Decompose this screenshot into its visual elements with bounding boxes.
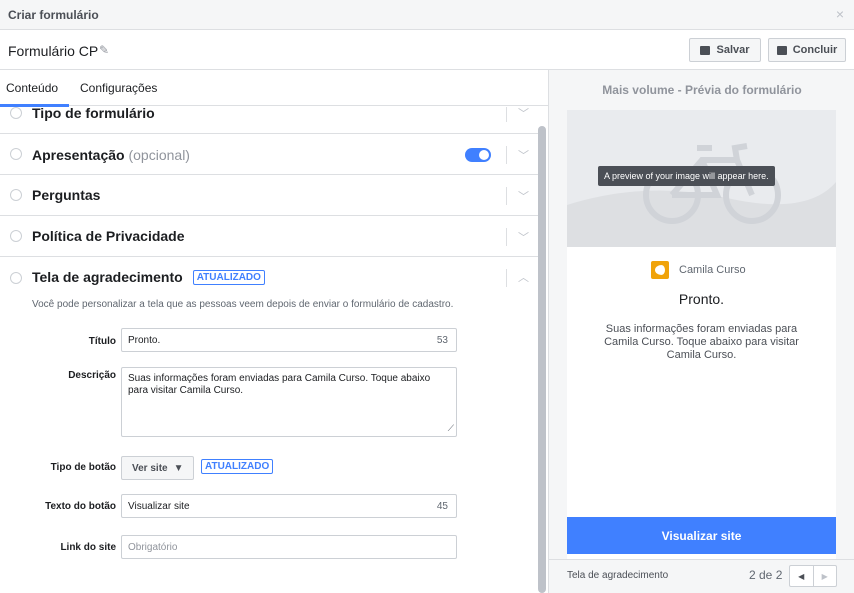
chevron-down-icon[interactable]: ﹀	[518, 229, 529, 245]
updated-badge: ATUALIZADO	[201, 459, 274, 474]
section-title: Política de Privacidade	[32, 228, 185, 244]
section-questions[interactable]: Perguntas ﹀	[0, 175, 538, 216]
divider	[506, 228, 507, 246]
tab-settings[interactable]: Configurações	[80, 81, 157, 95]
title-label: Título	[88, 336, 116, 347]
section-title[interactable]: Tela de agradecimento ATUALIZADO	[32, 269, 265, 285]
updated-badge: ATUALIZADO	[192, 270, 265, 285]
button-text-value: Visualizar site	[128, 501, 190, 512]
section-description: Você pode personalizar a tela que as pes…	[32, 299, 454, 310]
preview-card: A preview of your image will appear here…	[567, 110, 836, 585]
site-link-placeholder: Obrigatório	[128, 542, 178, 553]
scrollbar[interactable]	[538, 126, 546, 593]
divider	[506, 187, 507, 205]
form-header: Formulário CP ✎ Salvar Concluir	[0, 30, 854, 70]
preview-description: Suas informações foram enviadas para Cam…	[604, 323, 799, 361]
preview-image-placeholder: A preview of your image will appear here…	[567, 110, 836, 247]
toggle-knob	[479, 150, 489, 160]
divider	[506, 107, 507, 122]
button-type-label: Tipo de botão	[50, 462, 116, 473]
button-type-value: Ver site	[132, 462, 168, 474]
radio-icon	[10, 230, 22, 242]
page-brand: Camila Curso	[651, 261, 746, 279]
section-privacy[interactable]: Política de Privacidade ﹀	[0, 216, 538, 257]
site-link-label: Link do site	[60, 542, 116, 553]
preview-heading: Pronto.	[678, 291, 725, 307]
description-textarea[interactable]: Suas informações foram enviadas para Cam…	[121, 367, 457, 437]
divider	[506, 146, 507, 164]
radio-icon	[10, 148, 22, 160]
save-button[interactable]: Salvar	[689, 38, 761, 62]
dialog-title: Criar formulário	[8, 8, 99, 22]
title-input[interactable]: Pronto. 53	[121, 328, 457, 352]
next-icon[interactable]: ▶	[812, 566, 837, 586]
button-type-select[interactable]: Ver site ▼	[121, 456, 194, 480]
intro-toggle[interactable]	[465, 148, 491, 162]
chevron-down-icon[interactable]: ﹀	[518, 147, 529, 163]
caret-down-icon: ▼	[173, 462, 184, 474]
preview-pager: ◀ ▶	[789, 565, 837, 587]
chevron-up-icon[interactable]: ︿	[518, 269, 529, 285]
site-link-input[interactable]: Obrigatório	[121, 535, 457, 559]
divider	[506, 269, 507, 287]
chevron-down-icon[interactable]: ﹀	[518, 188, 529, 204]
section-form-type[interactable]: Tipo de formulário ﹀	[0, 107, 538, 134]
description-value: Suas informações foram enviadas para Cam…	[128, 373, 431, 396]
title-value: Pronto.	[128, 335, 161, 346]
preview-screen-label: Tela de agradecimento	[567, 570, 669, 581]
preview-title: Mais volume - Prévia do formulário	[602, 83, 802, 97]
save-icon	[700, 45, 711, 55]
previous-icon[interactable]: ◀	[790, 566, 813, 586]
save-label: Salvar	[716, 44, 750, 56]
resize-handle-icon[interactable]: ⟋	[448, 422, 454, 434]
page-logo-icon	[651, 261, 669, 279]
done-button[interactable]: Concluir	[768, 38, 846, 62]
description-label: Descrição	[68, 370, 116, 381]
button-text-char-count: 45	[436, 501, 448, 512]
section-title: Apresentação (opcional)	[32, 147, 190, 163]
radio-icon	[10, 189, 22, 201]
preview-page-indicator: 2 de 2	[749, 568, 783, 582]
preview-footer: Tela de agradecimento 2 de 2 ◀ ▶	[549, 559, 854, 593]
section-title: Perguntas	[32, 187, 101, 203]
button-text-label: Texto do botão	[45, 501, 116, 512]
section-title: Tipo de formulário	[32, 107, 155, 121]
page-name: Camila Curso	[679, 264, 746, 276]
done-icon	[776, 45, 787, 55]
section-title-text: Tela de agradecimento	[32, 269, 183, 285]
visit-site-button[interactable]: Visualizar site	[567, 517, 836, 554]
tab-bar: Conteúdo Configurações	[0, 70, 548, 106]
radio-icon	[10, 107, 22, 119]
radio-icon	[10, 272, 22, 284]
title-char-count: 53	[436, 335, 448, 346]
button-text-input[interactable]: Visualizar site 45	[121, 494, 457, 518]
preview-panel: Mais volume - Prévia do formulário A pre…	[548, 70, 854, 593]
tab-content[interactable]: Conteúdo	[6, 81, 58, 95]
form-name: Formulário CP	[8, 43, 99, 59]
done-label: Concluir	[792, 44, 838, 56]
dialog-titlebar: Criar formulário ×	[0, 0, 854, 30]
chevron-down-icon[interactable]: ﹀	[518, 107, 529, 121]
close-icon[interactable]: ×	[836, 6, 844, 22]
section-title-text: Apresentação	[32, 147, 125, 163]
section-intro[interactable]: Apresentação (opcional) ﹀	[0, 134, 538, 175]
optional-label: (opcional)	[128, 147, 190, 163]
image-preview-tooltip: A preview of your image will appear here…	[598, 166, 775, 186]
pencil-icon[interactable]: ✎	[99, 43, 109, 57]
